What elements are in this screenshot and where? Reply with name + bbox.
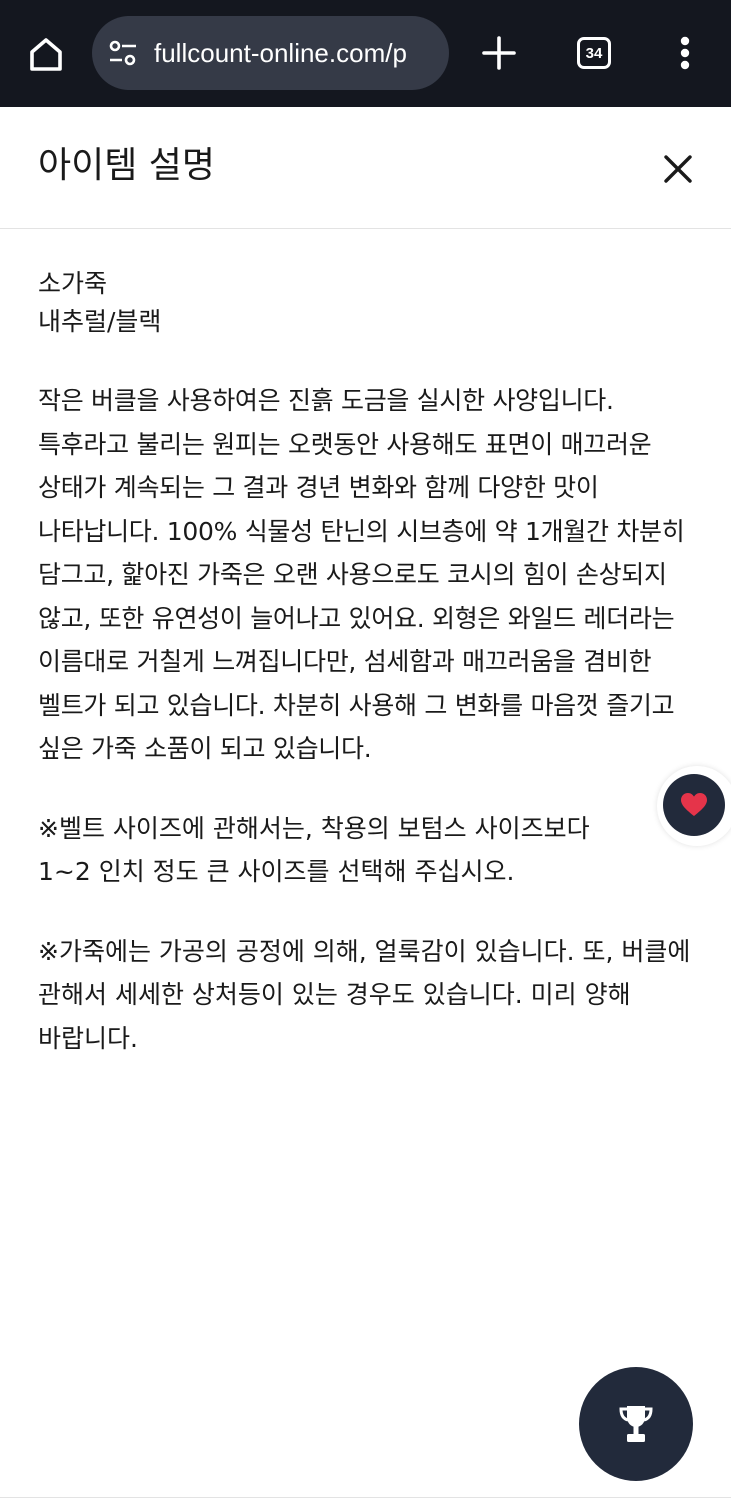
size-note: ※벨트 사이즈에 관해서는, 착용의 보텀스 사이즈보다 1~2 인치 정도 큰…	[38, 807, 698, 894]
url-text[interactable]: fullcount-online.com/p	[154, 36, 449, 70]
ranking-button[interactable]	[579, 1367, 693, 1481]
description-body: 작은 버클을 사용하여은 진흙 도금을 실시한 사양입니다. 특후라고 불리는 …	[38, 386, 693, 763]
modal-title: 아이템 설명	[38, 145, 216, 186]
home-icon	[30, 38, 62, 71]
color-text: 내추럴/블랙	[38, 307, 162, 336]
tab-switcher-button[interactable]: 34	[577, 37, 611, 69]
size-note-line1: ※벨트 사이즈에 관해서는, 착용의 보텀스 사이즈보다	[38, 813, 590, 843]
browser-toolbar: fullcount-online.com/p 34	[0, 0, 731, 107]
trophy-icon	[619, 1406, 653, 1442]
close-icon	[664, 155, 692, 183]
more-vert-icon	[680, 36, 690, 70]
favorite-button[interactable]	[657, 766, 731, 846]
tune-icon[interactable]	[108, 39, 138, 67]
plus-icon	[482, 36, 516, 70]
bottom-divider	[0, 1497, 731, 1498]
home-button[interactable]	[22, 30, 70, 78]
leather-note: ※가죽에는 가공의 공정에 의해, 얼룩감이 있습니다. 또, 버클에 관해서 …	[38, 936, 699, 1053]
size-note-line2: 1~2 인치 정도 큰 사이즈를 선택해 주십시오.	[38, 857, 515, 886]
favorite-button-inner[interactable]	[663, 774, 725, 836]
new-tab-button[interactable]	[476, 30, 522, 76]
browser-menu-button[interactable]	[668, 32, 702, 74]
item-description: 소가죽 내추럴/블랙 작은 버클을 사용하여은 진흙 도금을 실시한 사양입니다…	[38, 265, 698, 1060]
modal-header: 아이템 설명	[0, 107, 731, 229]
tab-count: 34	[585, 44, 603, 62]
address-bar[interactable]: fullcount-online.com/p	[92, 16, 449, 90]
heart-icon	[681, 793, 707, 816]
close-button[interactable]	[654, 145, 702, 193]
material-text: 소가죽	[38, 269, 108, 298]
